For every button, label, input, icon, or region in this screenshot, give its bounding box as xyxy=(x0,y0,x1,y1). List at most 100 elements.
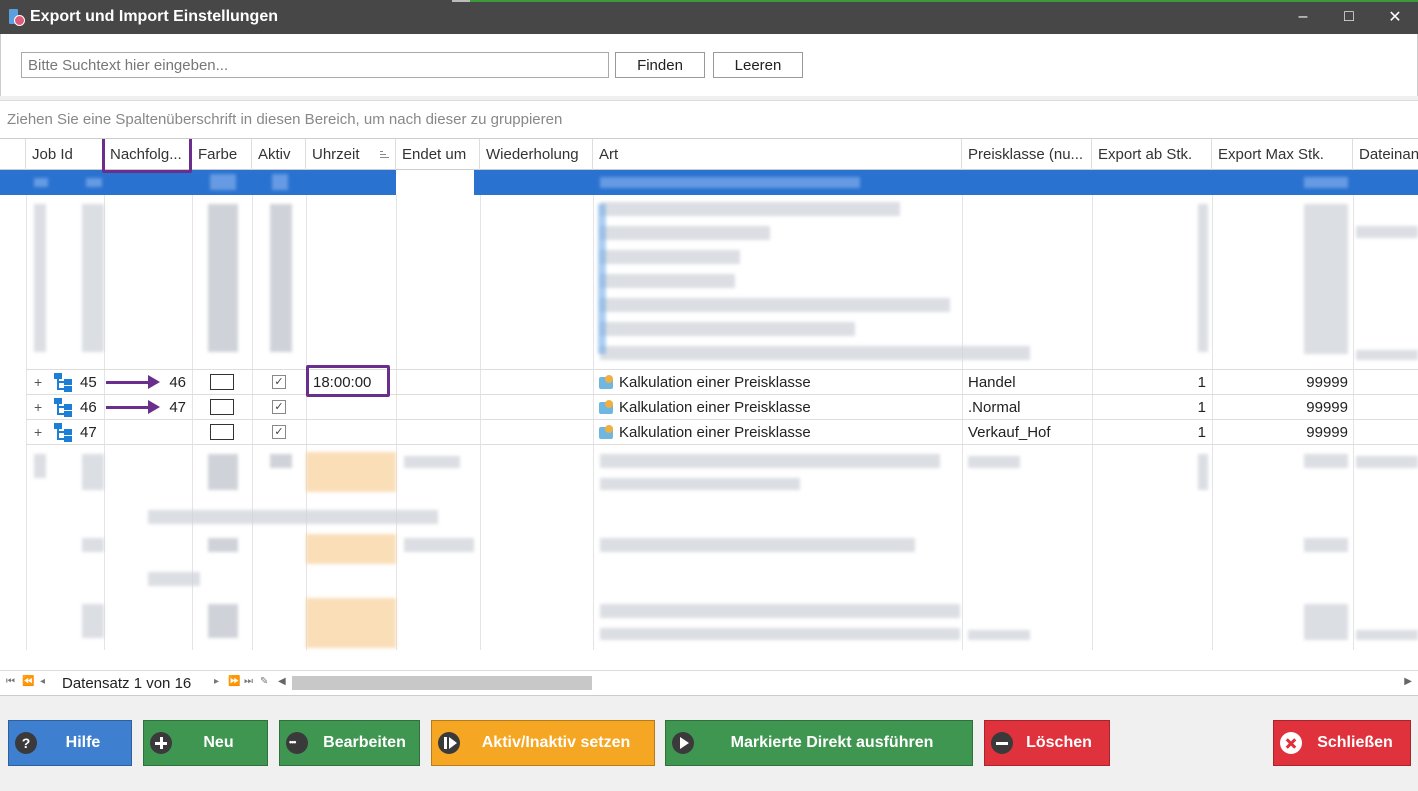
help-icon: ? xyxy=(15,732,37,754)
redacted-block xyxy=(306,598,396,648)
redacted-block xyxy=(208,454,238,490)
minimize-button[interactable]: – xyxy=(1280,0,1326,34)
group-by-panel[interactable]: Ziehen Sie eine Spaltenüberschrift in di… xyxy=(0,100,1418,138)
redacted-block xyxy=(208,204,238,352)
grid-header: Job Id Nachfolg... Farbe Aktiv Uhrzeit E… xyxy=(0,139,1418,170)
close-window-button[interactable]: ✕ xyxy=(1372,0,1418,34)
redacted-block xyxy=(600,226,770,240)
active-checkbox[interactable]: ✓ xyxy=(272,400,286,414)
toggle-active-button-label: Aktiv/Inaktiv setzen xyxy=(481,734,631,751)
expand-row-toggle[interactable]: + xyxy=(34,370,42,395)
column-header-endet-um[interactable]: Endet um xyxy=(396,139,480,170)
prev-record-icon[interactable]: ◂ xyxy=(40,676,45,687)
redacted-cell xyxy=(272,174,288,190)
more-icon xyxy=(286,731,308,754)
find-button[interactable]: Finden xyxy=(615,52,705,78)
uhrzeit-cell xyxy=(313,420,393,445)
prev-page-icon[interactable]: ⏪ xyxy=(22,676,34,687)
redacted-block xyxy=(82,538,104,552)
table-row[interactable]: + 46 47 ✓ Kalkulation einer Preisklasse … xyxy=(0,395,1418,420)
next-page-icon[interactable]: ⏩ xyxy=(228,676,240,687)
help-button-label: Hilfe xyxy=(65,734,101,751)
redacted-block xyxy=(968,456,1020,468)
column-header-export-max[interactable]: Export Max Stk. xyxy=(1212,139,1353,170)
redacted-block xyxy=(600,604,960,618)
redacted-block xyxy=(1356,350,1418,360)
tree-hierarchy-icon xyxy=(54,373,74,392)
color-swatch[interactable] xyxy=(210,374,234,390)
export-max-cell: 99999 xyxy=(1306,374,1348,391)
redacted-block xyxy=(600,478,800,490)
redacted-block xyxy=(148,572,200,586)
delete-button[interactable]: Löschen xyxy=(984,720,1110,766)
table-row-selected[interactable] xyxy=(0,170,1418,195)
help-button[interactable]: ? Hilfe xyxy=(8,720,132,766)
redacted-block xyxy=(600,628,960,640)
edit-button[interactable]: Bearbeiten xyxy=(279,720,420,766)
close-icon xyxy=(1280,732,1302,754)
color-swatch[interactable] xyxy=(210,399,234,415)
search-input[interactable] xyxy=(21,52,609,78)
column-header-farbe[interactable]: Farbe xyxy=(192,139,252,170)
redacted-block xyxy=(148,510,438,524)
jobs-grid[interactable]: Job Id Nachfolg... Farbe Aktiv Uhrzeit E… xyxy=(0,138,1418,670)
scroll-right-icon[interactable]: ▶ xyxy=(1404,676,1412,687)
expand-row-toggle[interactable]: + xyxy=(34,395,42,420)
run-selected-button[interactable]: Markierte Direkt ausführen xyxy=(665,720,973,766)
redacted-block xyxy=(1304,204,1348,354)
new-button[interactable]: Neu xyxy=(143,720,268,766)
annotation-arrow-icon xyxy=(106,400,160,414)
column-header-aktiv[interactable]: Aktiv xyxy=(252,139,306,170)
column-header-job-id[interactable]: Job Id xyxy=(26,139,104,170)
run-selected-button-label: Markierte Direkt ausführen xyxy=(730,734,934,751)
redacted-block xyxy=(600,298,950,312)
title-accent-line xyxy=(470,0,1418,2)
title-bar: Export und Import Einstellungen – □ ✕ xyxy=(0,0,1418,34)
table-row[interactable]: + 47 ✓ Kalkulation einer Preisklasse Ver… xyxy=(0,420,1418,445)
redacted-block xyxy=(1304,604,1348,640)
column-header-dateiname[interactable]: Dateinan xyxy=(1353,139,1418,170)
redacted-block xyxy=(600,274,735,288)
last-record-icon[interactable]: ⏭ xyxy=(244,676,253,687)
color-swatch[interactable] xyxy=(210,424,234,440)
art-cell: Kalkulation einer Preisklasse xyxy=(619,424,811,441)
redacted-block xyxy=(1356,456,1418,468)
close-button-label: Schließen xyxy=(1317,734,1393,751)
export-max-cell: 99999 xyxy=(1306,424,1348,441)
redacted-block xyxy=(34,204,46,352)
column-header-preisklasse[interactable]: Preisklasse (nu... xyxy=(962,139,1092,170)
column-header-uhrzeit[interactable]: Uhrzeit xyxy=(306,139,396,170)
plus-icon xyxy=(150,732,172,754)
next-record-icon[interactable]: ▸ xyxy=(214,676,219,687)
art-cell: Kalkulation einer Preisklasse xyxy=(619,399,811,416)
calculation-icon xyxy=(599,400,615,415)
column-header-uhrzeit-label: Uhrzeit xyxy=(312,146,360,163)
column-header-export-ab[interactable]: Export ab Stk. xyxy=(1092,139,1212,170)
redacted-block xyxy=(270,454,292,468)
scroll-left-icon[interactable]: ◀ xyxy=(278,676,286,687)
title-accent-left xyxy=(452,0,472,2)
active-checkbox[interactable]: ✓ xyxy=(272,375,286,389)
first-record-icon[interactable]: ⏮ xyxy=(6,676,15,687)
preisklasse-cell: Verkauf_Hof xyxy=(968,424,1051,441)
table-row[interactable]: + 45 46 ✓ 18:00:00 Kalkulation einer Pre… xyxy=(0,370,1418,395)
job-id-cell: 47 xyxy=(80,424,97,441)
expand-row-toggle[interactable]: + xyxy=(34,420,42,445)
maximize-button[interactable]: □ xyxy=(1326,0,1372,34)
redacted-block xyxy=(598,204,606,354)
column-header-art[interactable]: Art xyxy=(593,139,962,170)
app-icon xyxy=(8,8,25,26)
redacted-cell xyxy=(210,174,236,190)
redacted-cell xyxy=(396,170,474,195)
toggle-active-button[interactable]: Aktiv/Inaktiv setzen xyxy=(431,720,655,766)
annotation-box-uhrzeit xyxy=(306,365,390,397)
edit-record-icon[interactable]: ✎ xyxy=(260,676,268,687)
close-button[interactable]: Schließen xyxy=(1273,720,1411,766)
calculation-icon xyxy=(599,425,615,440)
active-checkbox[interactable]: ✓ xyxy=(272,425,286,439)
column-header-wiederholung[interactable]: Wiederholung xyxy=(480,139,593,170)
export-ab-cell: 1 xyxy=(1197,399,1206,416)
redacted-block xyxy=(600,250,740,264)
clear-button[interactable]: Leeren xyxy=(713,52,803,78)
horizontal-scrollbar-thumb[interactable] xyxy=(292,676,592,690)
